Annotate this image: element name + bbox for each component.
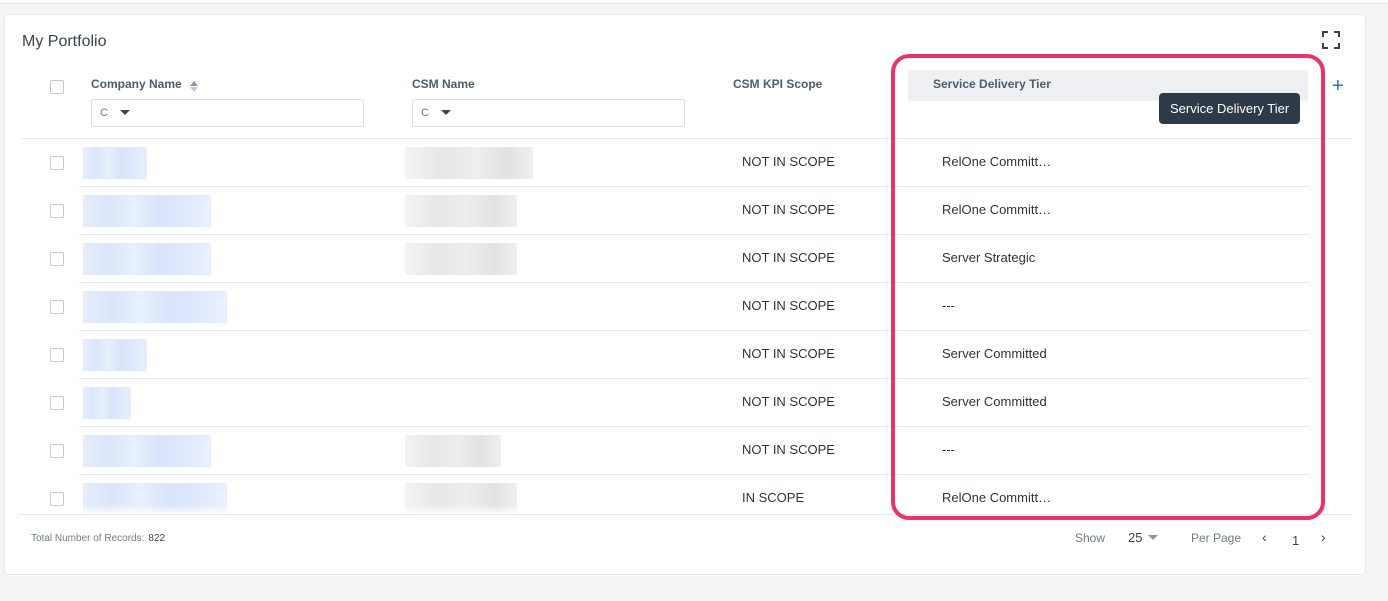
column-tooltip: Service Delivery Tier <box>1159 93 1301 124</box>
csm-filter-value: C <box>421 107 429 119</box>
select-all-checkbox[interactable] <box>50 80 64 94</box>
service-tier-cell: Server Committed <box>942 394 1047 409</box>
table-row[interactable]: NOT IN SCOPE --- <box>21 427 1351 475</box>
row-checkbox[interactable] <box>50 156 64 170</box>
portfolio-card: My Portfolio Company Name C CSM Name C C… <box>4 14 1366 575</box>
column-header-kpi-scope[interactable]: CSM KPI Scope <box>733 77 822 91</box>
kpi-scope-cell: NOT IN SCOPE <box>742 202 835 217</box>
service-tier-cell: --- <box>942 442 955 457</box>
row-checkbox[interactable] <box>50 204 64 218</box>
service-tier-cell: RelOne Committ… <box>942 490 1052 505</box>
table-row[interactable]: NOT IN SCOPE RelOne Committ… <box>21 187 1351 235</box>
column-header-company[interactable]: Company Name <box>91 77 198 92</box>
company-name-redacted[interactable] <box>83 387 131 419</box>
chevron-down-icon <box>1148 535 1159 540</box>
table-row[interactable]: NOT IN SCOPE Server Strategic <box>21 235 1351 283</box>
company-name-redacted[interactable] <box>83 147 147 179</box>
table-footer: Total Number of Records: 822 Show 25 Per … <box>19 514 1351 561</box>
company-filter-select[interactable]: C <box>91 99 364 127</box>
csm-name-redacted <box>405 435 501 467</box>
company-filter-value: C <box>100 107 108 119</box>
prev-page-icon[interactable]: ‹ <box>1262 529 1267 545</box>
csm-name-redacted <box>405 195 517 227</box>
service-tier-cell: --- <box>942 298 955 313</box>
table-header: Company Name C CSM Name C CSM KPI Scope … <box>21 70 1351 139</box>
service-tier-cell: RelOne Committ… <box>942 202 1052 217</box>
per-page-value: 25 <box>1128 530 1143 545</box>
top-strip <box>0 0 1388 4</box>
company-name-redacted[interactable] <box>83 195 211 227</box>
per-page-label: Per Page <box>1191 531 1242 545</box>
company-name-redacted[interactable] <box>83 243 211 275</box>
column-header-sdt-label: Service Delivery Tier <box>933 77 1051 91</box>
table-row[interactable]: NOT IN SCOPE --- <box>21 283 1351 331</box>
row-checkbox[interactable] <box>50 252 64 266</box>
row-checkbox[interactable] <box>50 444 64 458</box>
next-page-icon[interactable]: › <box>1321 529 1326 545</box>
kpi-scope-cell: IN SCOPE <box>742 490 805 505</box>
row-checkbox[interactable] <box>50 492 64 506</box>
chevron-down-icon <box>440 110 451 115</box>
csm-filter-select[interactable]: C <box>412 99 685 127</box>
add-column-icon[interactable]: + <box>1332 76 1344 96</box>
current-page[interactable]: 1 <box>1292 533 1299 548</box>
company-name-redacted[interactable] <box>83 339 147 371</box>
show-label: Show <box>1075 531 1106 545</box>
table-row[interactable]: NOT IN SCOPE Server Committed <box>21 331 1351 379</box>
service-tier-cell: RelOne Committ… <box>942 154 1052 169</box>
kpi-scope-cell: NOT IN SCOPE <box>742 394 835 409</box>
per-page-select[interactable]: 25 <box>1128 530 1159 545</box>
company-name-redacted[interactable] <box>83 291 227 323</box>
total-records-value: 822 <box>148 533 166 544</box>
company-name-redacted[interactable] <box>83 435 211 467</box>
service-tier-cell: Server Committed <box>942 346 1047 361</box>
table-row[interactable]: NOT IN SCOPE RelOne Committ… <box>21 139 1351 187</box>
column-header-csm[interactable]: CSM Name <box>412 77 475 91</box>
column-header-company-label: Company Name <box>91 77 182 91</box>
total-records-label: Total Number of Records: <box>31 533 145 544</box>
kpi-scope-cell: NOT IN SCOPE <box>742 442 835 457</box>
fullscreen-icon[interactable] <box>1322 31 1340 49</box>
table-row[interactable]: NOT IN SCOPE Server Committed <box>21 379 1351 427</box>
card-title: My Portfolio <box>22 33 107 50</box>
sort-icon[interactable] <box>189 81 198 92</box>
kpi-scope-cell: NOT IN SCOPE <box>742 250 835 265</box>
csm-name-redacted <box>405 147 533 179</box>
csm-name-redacted <box>405 243 517 275</box>
kpi-scope-cell: NOT IN SCOPE <box>742 298 835 313</box>
kpi-scope-cell: NOT IN SCOPE <box>742 346 835 361</box>
row-checkbox[interactable] <box>50 348 64 362</box>
chevron-down-icon <box>119 110 130 115</box>
kpi-scope-cell: NOT IN SCOPE <box>742 154 835 169</box>
service-tier-cell: Server Strategic <box>942 250 1036 265</box>
row-checkbox[interactable] <box>50 396 64 410</box>
total-records: Total Number of Records: 822 <box>31 533 165 544</box>
row-checkbox[interactable] <box>50 300 64 314</box>
